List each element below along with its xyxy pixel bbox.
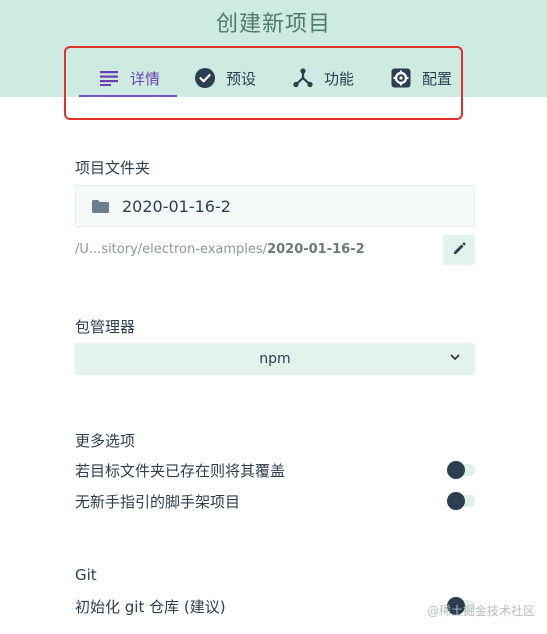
project-folder-input[interactable]: 2020-01-16-2 [75, 185, 475, 227]
git-init-label: 初始化 git 仓库 (建议) [75, 598, 226, 616]
git-init-row: 初始化 git 仓库 (建议) [75, 594, 475, 618]
option-overwrite-row: 若目标文件夹已存在则将其覆盖 [75, 458, 475, 482]
git-label: Git [75, 566, 97, 584]
option-overwrite-toggle[interactable] [447, 461, 475, 479]
package-manager-label: 包管理器 [75, 318, 136, 336]
project-folder-value: 2020-01-16-2 [122, 196, 231, 216]
package-manager-value: npm [259, 351, 291, 367]
pencil-icon [452, 241, 466, 260]
project-folder-path: /U...sitory/electron-examples/2020-01-16… [75, 242, 365, 257]
option-bare-toggle[interactable] [447, 492, 475, 510]
package-manager-select[interactable]: npm [75, 343, 475, 375]
watermark: @稀土掘金技术社区 [427, 604, 536, 618]
page-title: 创建新项目 [215, 12, 331, 37]
path-folder-name: 2020-01-16-2 [267, 242, 365, 257]
more-options-label: 更多选项 [75, 432, 136, 450]
edit-path-button[interactable] [443, 235, 475, 265]
option-overwrite-label: 若目标文件夹已存在则将其覆盖 [75, 462, 286, 480]
option-bare-row: 无新手指引的脚手架项目 [75, 489, 475, 513]
project-folder-label: 项目文件夹 [75, 159, 151, 177]
tabs-highlight-box [64, 46, 463, 120]
option-bare-label: 无新手指引的脚手架项目 [75, 493, 241, 511]
folder-icon [91, 199, 110, 214]
chevron-down-icon [449, 351, 461, 367]
path-prefix: /U...sitory/electron-examples/ [75, 242, 268, 257]
